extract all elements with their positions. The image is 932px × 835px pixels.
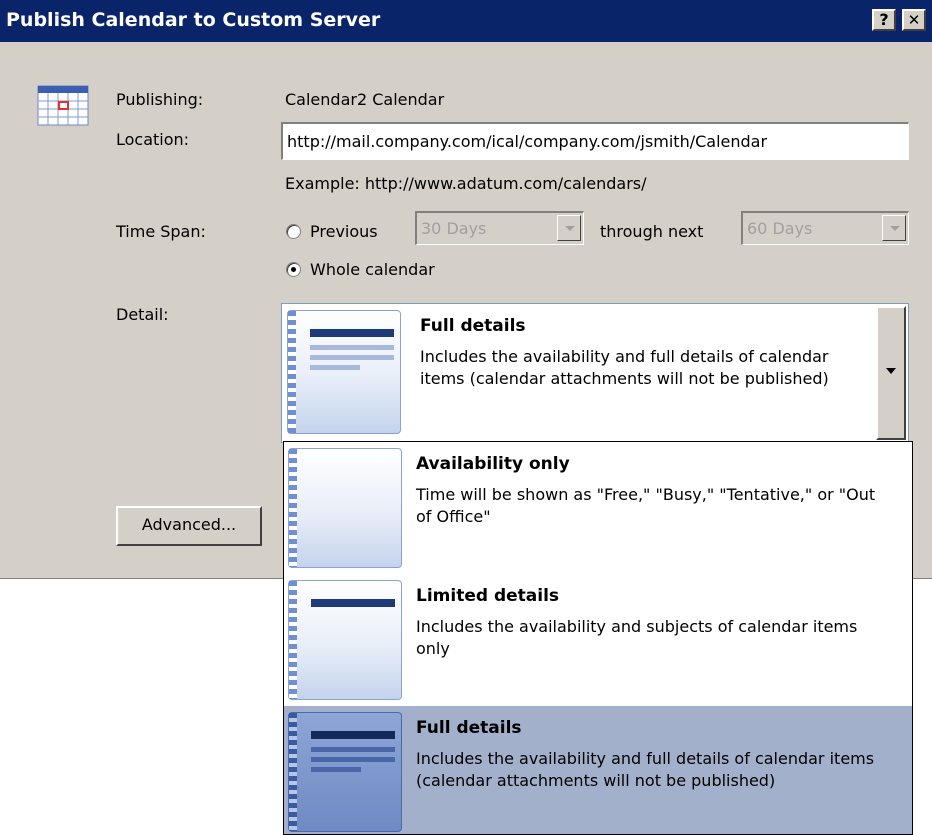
thumbnail-binding-stripe <box>289 449 297 567</box>
dropdown-item-desc: Includes the availability and subjects o… <box>416 617 858 658</box>
previous-days-dropdown-arrow[interactable] <box>557 215 581 241</box>
thumbnail-line <box>310 365 360 370</box>
thumbnail-line <box>310 345 394 350</box>
thumbnail-bar <box>311 731 395 739</box>
dropdown-item-title: Limited details <box>416 586 560 606</box>
dropdown-item-availability-only[interactable]: Availability only Time will be shown as … <box>284 442 912 574</box>
thumbnail-line <box>311 767 361 772</box>
full-details-thumbnail <box>287 310 401 434</box>
location-input[interactable] <box>283 124 908 159</box>
detail-dropdown-button[interactable] <box>876 306 906 440</box>
detail-selected-desc: Includes the availability and full detai… <box>420 347 829 388</box>
whole-calendar-radio[interactable] <box>286 262 301 277</box>
help-button[interactable]: ? <box>872 9 896 31</box>
previous-label[interactable]: Previous <box>310 222 378 241</box>
thumbnail-line <box>310 355 394 360</box>
location-field[interactable] <box>281 122 909 160</box>
whole-calendar-label[interactable]: Whole calendar <box>310 260 435 279</box>
example-text: Example: http://www.adatum.com/calendars… <box>285 174 647 193</box>
thumbnail-binding-stripe <box>289 581 297 699</box>
thumbnail-line <box>311 747 395 752</box>
next-days-dropdown-arrow[interactable] <box>882 215 906 241</box>
next-days-select[interactable]: 60 Days <box>741 211 909 245</box>
dropdown-item-limited-details[interactable]: Limited details Includes the availabilit… <box>284 574 912 706</box>
previous-days-select[interactable]: 30 Days <box>415 211 584 245</box>
timespan-label: Time Span: <box>116 222 206 241</box>
full-details-thumbnail <box>288 712 402 832</box>
through-next-label: through next <box>600 222 704 241</box>
publishing-value: Calendar2 Calendar <box>285 90 445 109</box>
calendar-icon <box>37 85 89 126</box>
title-bar[interactable]: Publish Calendar to Custom Server ? ✕ <box>0 0 932 42</box>
window-title: Publish Calendar to Custom Server <box>6 9 381 31</box>
previous-radio[interactable] <box>286 224 301 239</box>
next-days-value: 60 Days <box>747 219 813 238</box>
dropdown-item-title: Availability only <box>416 454 570 474</box>
close-button[interactable]: ✕ <box>902 9 926 31</box>
thumbnail-bar <box>311 599 395 607</box>
advanced-button[interactable]: Advanced... <box>116 506 262 546</box>
chevron-down-icon <box>890 226 900 231</box>
chevron-down-icon <box>565 226 575 231</box>
detail-selected-title: Full details <box>420 316 526 336</box>
previous-days-value: 30 Days <box>421 219 487 238</box>
location-label: Location: <box>116 130 190 149</box>
dropdown-item-desc: Includes the availability and full detai… <box>416 749 875 790</box>
radio-selected-dot <box>291 267 296 272</box>
availability-only-thumbnail <box>288 448 402 568</box>
dropdown-item-title: Full details <box>416 718 522 738</box>
dropdown-item-full-details[interactable]: Full details Includes the availability a… <box>284 706 912 834</box>
thumbnail-binding-stripe <box>288 311 296 433</box>
dropdown-item-desc: Time will be shown as "Free," "Busy," "T… <box>416 485 876 526</box>
detail-label: Detail: <box>116 305 169 324</box>
limited-details-thumbnail <box>288 580 402 700</box>
chevron-down-icon <box>886 368 896 374</box>
publishing-label: Publishing: <box>116 90 204 109</box>
detail-select[interactable]: Full details Includes the availability a… <box>281 303 909 443</box>
thumbnail-line <box>311 757 395 762</box>
detail-dropdown-list: Availability only Time will be shown as … <box>283 441 913 835</box>
thumbnail-bar <box>310 329 394 337</box>
thumbnail-binding-stripe <box>289 713 297 831</box>
